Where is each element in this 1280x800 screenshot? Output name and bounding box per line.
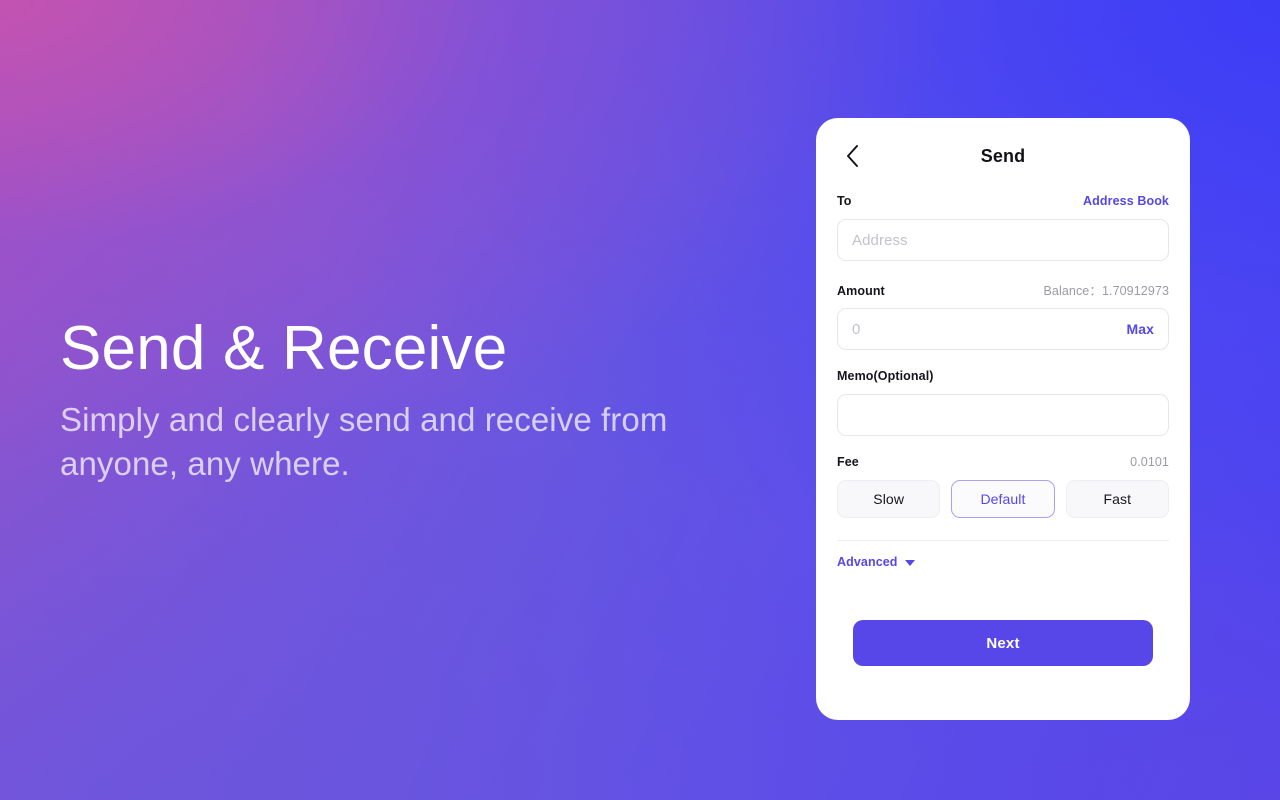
hero-title: Send & Receive <box>60 314 508 383</box>
amount-input[interactable]: 0 Max <box>837 308 1169 350</box>
next-button[interactable]: Next <box>853 620 1153 666</box>
fee-option-fast-label: Fast <box>1103 491 1132 507</box>
fee-option-slow[interactable]: Slow <box>837 480 941 518</box>
fee-field-header: Fee 0.0101 <box>837 455 1169 471</box>
fee-options: Slow Default Fast <box>837 480 1169 518</box>
page-title: Send <box>980 145 1026 166</box>
card-header: Send <box>837 118 1169 194</box>
advanced-label: Advanced <box>837 555 898 569</box>
back-button[interactable] <box>837 141 867 171</box>
hero-section: Send & Receive Simply and clearly send a… <box>60 312 740 486</box>
amount-label: Amount <box>837 284 885 298</box>
fee-option-default[interactable]: Default <box>951 480 1055 518</box>
balance-text: Balance：1.70912973 <box>1043 284 1169 298</box>
amount-input-placeholder: 0 <box>852 320 861 338</box>
send-card: Send To Address Book Address Amount Bala… <box>816 118 1190 720</box>
fee-option-default-label: Default <box>980 491 1026 507</box>
memo-label: Memo(Optional) <box>837 369 934 383</box>
fee-option-fast[interactable]: Fast <box>1065 480 1169 518</box>
address-book-link[interactable]: Address Book <box>1083 194 1169 208</box>
to-field-group: To Address Book Address <box>837 194 1169 261</box>
chevron-left-icon <box>846 145 859 167</box>
amount-field-header: Amount Balance：1.70912973 <box>837 280 1169 299</box>
page-background: Send & Receive Simply and clearly send a… <box>0 0 1280 800</box>
memo-input[interactable] <box>837 394 1169 436</box>
fee-label: Fee <box>837 455 859 469</box>
max-button[interactable]: Max <box>1126 321 1154 337</box>
memo-field-group: Memo(Optional) <box>837 369 1169 436</box>
chevron-down-icon <box>904 559 915 566</box>
advanced-toggle[interactable]: Advanced <box>837 555 915 569</box>
to-label: To <box>837 194 852 208</box>
memo-field-header: Memo(Optional) <box>837 369 1169 385</box>
hero-subtitle: Simply and clearly send and receive from… <box>60 401 668 482</box>
address-input[interactable]: Address <box>837 219 1169 261</box>
fee-value: 0.0101 <box>1130 455 1169 469</box>
fee-field-group: Fee 0.0101 Slow Default Fast <box>837 455 1169 518</box>
address-input-placeholder: Address <box>852 231 908 249</box>
amount-field-group: Amount Balance：1.70912973 0 Max <box>837 280 1169 350</box>
fee-option-slow-label: Slow <box>873 491 905 507</box>
section-divider <box>837 540 1169 541</box>
to-field-header: To Address Book <box>837 194 1169 210</box>
